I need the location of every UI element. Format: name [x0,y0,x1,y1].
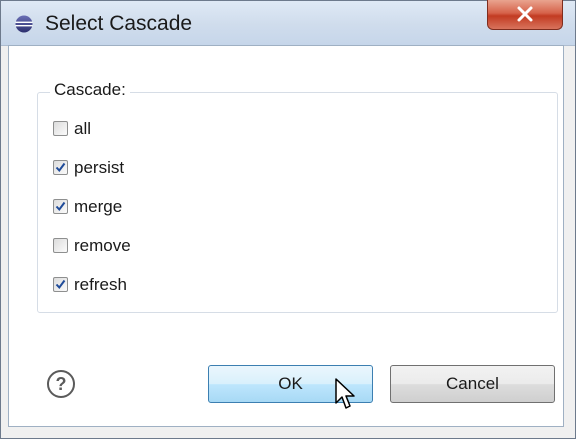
refresh-checkbox[interactable] [53,277,68,292]
close-icon [517,6,533,22]
cancel-button-label: Cancel [446,374,499,393]
checkmark-icon [55,279,66,290]
title-bar[interactable]: Select Cascade [1,0,575,46]
merge-checkbox[interactable] [53,199,68,214]
checkmark-icon [55,201,66,212]
option-label: persist [74,158,125,177]
close-button[interactable] [487,0,563,30]
option-label: refresh [74,275,127,294]
option-label: remove [74,236,131,255]
window-title: Select Cascade [45,12,193,35]
help-icon[interactable]: ? [46,369,76,399]
mouse-cursor-icon [335,378,355,409]
all-checkbox[interactable] [53,121,68,136]
cancel-button[interactable]: Cancel [390,365,555,403]
option-label: merge [74,197,123,216]
cascade-group-label: Cascade: [50,80,130,100]
checkmark-icon [55,162,66,173]
svg-text:?: ? [56,374,67,394]
eclipse-icon [15,15,33,33]
ok-button-label: OK [278,374,303,393]
persist-checkbox[interactable] [53,160,68,175]
option-label: all [74,119,92,138]
remove-checkbox[interactable] [53,238,68,253]
